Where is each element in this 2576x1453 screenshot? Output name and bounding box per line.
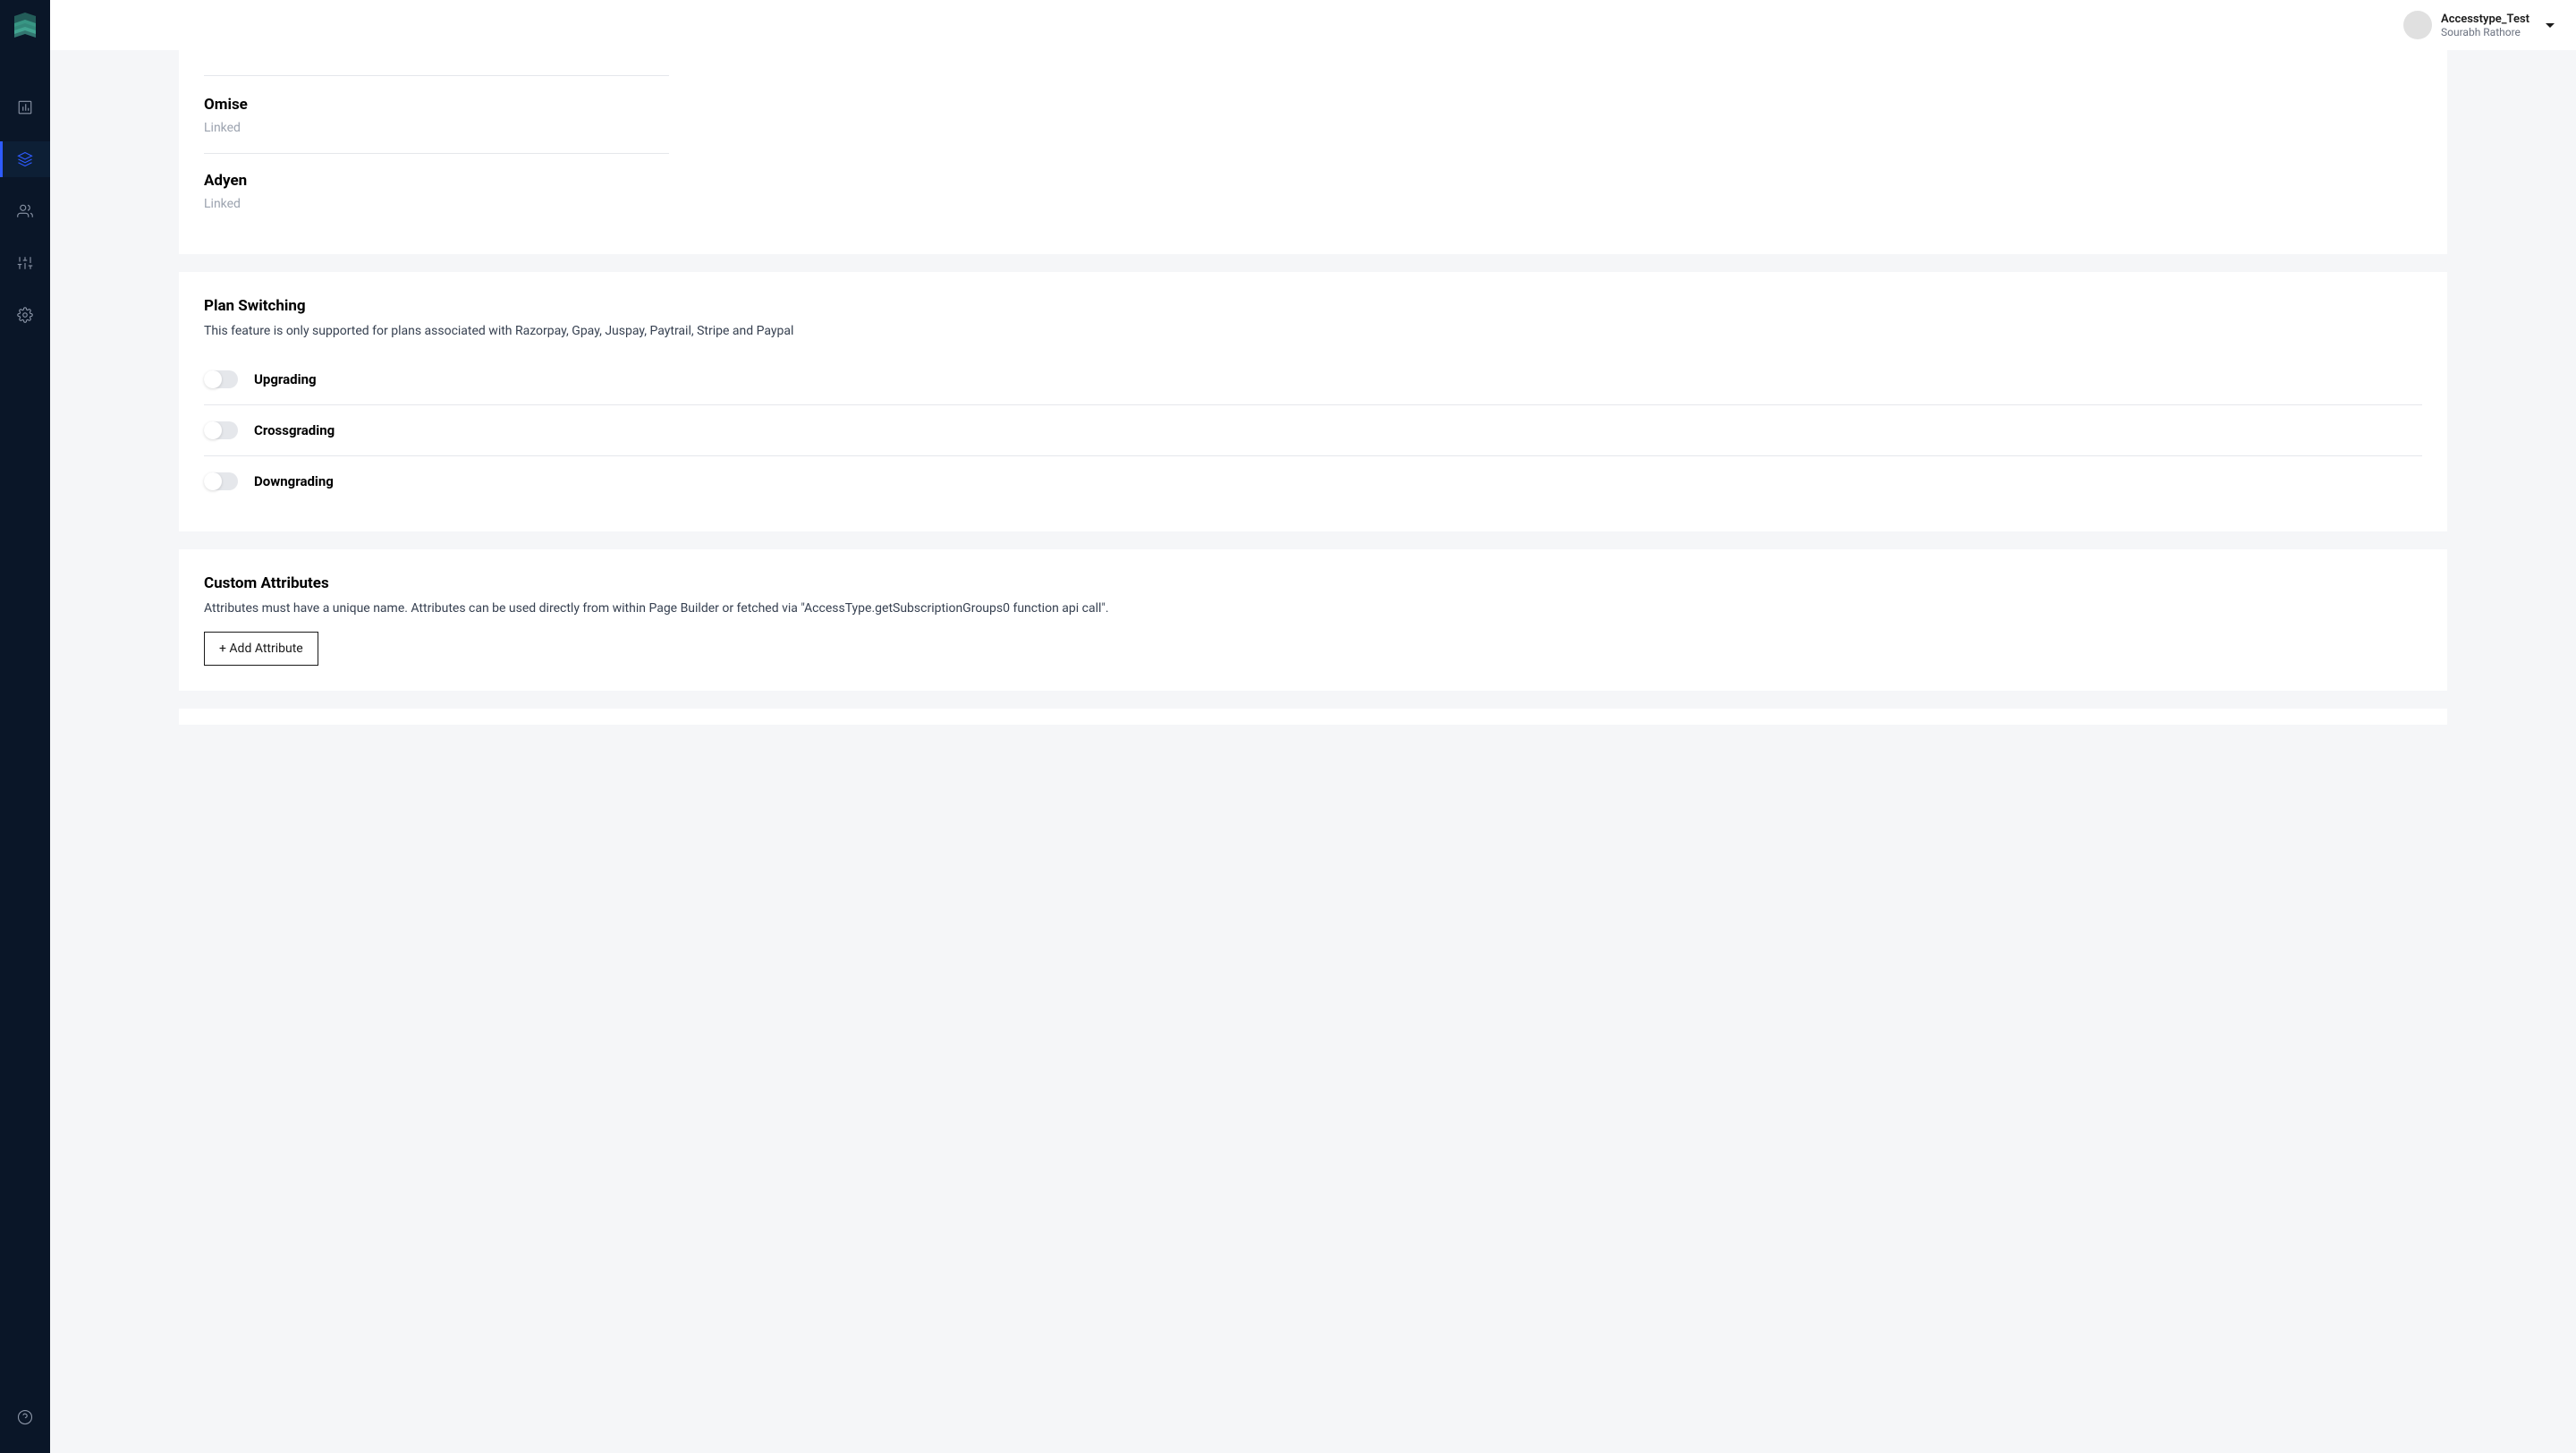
main-content: Omise Linked Adyen Linked Plan Switching… [50, 50, 2576, 760]
help-icon [17, 1409, 33, 1425]
add-attribute-button[interactable]: + Add Attribute [204, 632, 318, 666]
toggle-row-downgrading: Downgrading [204, 456, 2422, 506]
nav-layers[interactable] [0, 141, 50, 177]
gear-icon [17, 307, 33, 323]
toggle-knob [204, 370, 222, 388]
payment-title: Omise [204, 96, 2422, 114]
payment-item-adyen: Adyen Linked [204, 154, 2422, 229]
custom-attributes-card: Custom Attributes Attributes must have a… [179, 549, 2447, 691]
payment-title: Adyen [204, 172, 2422, 190]
user-name: Accesstype_Test [2441, 13, 2529, 26]
payment-card: Omise Linked Adyen Linked [179, 50, 2447, 254]
divider [204, 75, 669, 76]
avatar [2403, 11, 2432, 39]
nav-analytics[interactable] [0, 89, 50, 125]
user-menu[interactable]: Accesstype_Test Sourabh Rathore [2403, 11, 2555, 39]
payment-status: Linked [204, 121, 2422, 135]
plan-switching-card: Plan Switching This feature is only supp… [179, 272, 2447, 531]
users-icon [17, 203, 33, 219]
sliders-icon [17, 255, 33, 271]
toggle-label: Downgrading [254, 473, 334, 489]
toggle-knob [204, 421, 222, 439]
toggle-knob [204, 472, 222, 490]
toggle-crossgrading[interactable] [204, 421, 238, 439]
chevron-down-icon [2546, 23, 2555, 28]
nav-help[interactable] [0, 1399, 50, 1435]
user-info: Accesstype_Test Sourabh Rathore [2441, 13, 2529, 38]
section-title: Custom Attributes [204, 574, 2422, 592]
nav-sliders[interactable] [0, 245, 50, 281]
toggle-upgrading[interactable] [204, 370, 238, 388]
nav-settings[interactable] [0, 297, 50, 333]
logo-container [0, 0, 50, 50]
toggle-label: Crossgrading [254, 422, 335, 438]
nav-users[interactable] [0, 193, 50, 229]
section-description: Attributes must have a unique name. Attr… [204, 601, 2422, 616]
payment-item-omise: Omise Linked [204, 78, 2422, 153]
toggle-downgrading[interactable] [204, 472, 238, 490]
toggle-label: Upgrading [254, 371, 317, 387]
section-title: Plan Switching [204, 297, 2422, 315]
toggle-row-crossgrading: Crossgrading [204, 405, 2422, 455]
next-card-placeholder [179, 709, 2447, 725]
section-description: This feature is only supported for plans… [204, 324, 2422, 338]
user-subtitle: Sourabh Rathore [2441, 26, 2529, 38]
toggle-row-upgrading: Upgrading [204, 354, 2422, 404]
sidebar [0, 0, 50, 1453]
layers-icon [17, 151, 33, 167]
nav-items [0, 89, 50, 349]
app-logo-icon [11, 11, 39, 39]
payment-status: Linked [204, 197, 2422, 211]
chart-icon [17, 99, 33, 115]
header: Accesstype_Test Sourabh Rathore [50, 0, 2576, 50]
